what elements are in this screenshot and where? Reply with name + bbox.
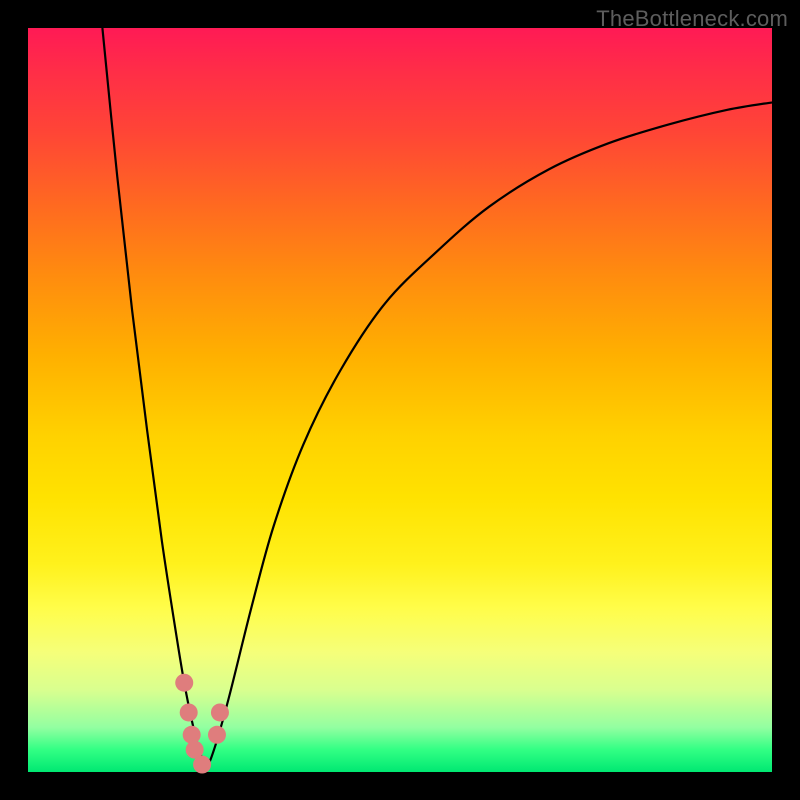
plot-area [28,28,772,772]
curve-layer [28,28,772,772]
chart-frame: TheBottleneck.com [0,0,800,800]
data-point [183,726,201,744]
data-point [208,726,226,744]
watermark-text: TheBottleneck.com [596,6,788,32]
data-point [193,756,211,774]
data-point [175,674,193,692]
data-point [211,703,229,721]
data-point [180,703,198,721]
bottleneck-curve [102,28,772,765]
